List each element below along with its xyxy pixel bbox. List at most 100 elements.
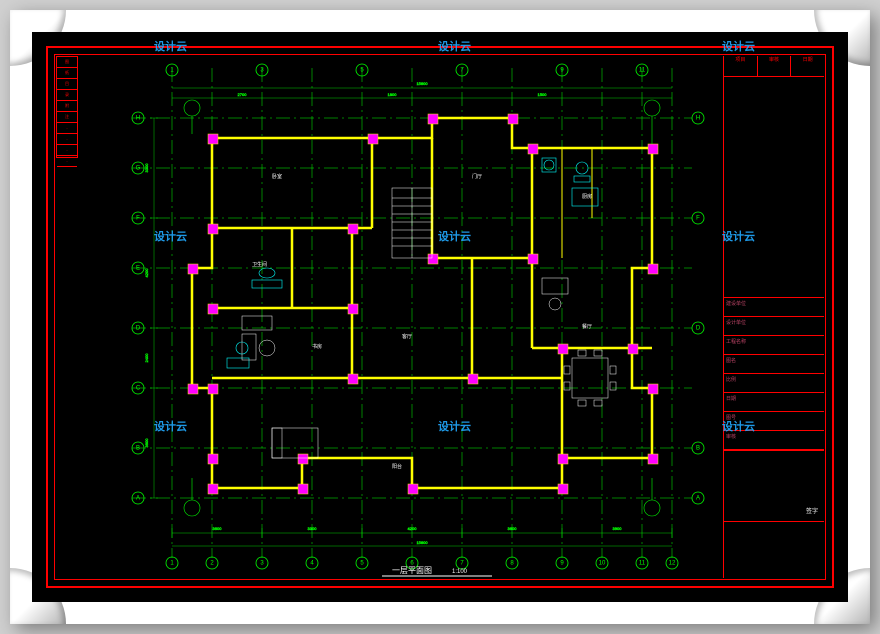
tb-row: 日期 [724,393,824,412]
svg-text:3: 3 [260,561,264,567]
info-cell: 附 [57,101,77,112]
axis-bubbles-top: 1 3 5 7 9 11 [166,64,648,76]
info-cell: - [57,156,77,167]
svg-text:15600: 15600 [416,540,428,545]
svg-text:7: 7 [460,68,464,74]
walls [192,118,652,488]
svg-text:4200: 4200 [408,526,418,531]
svg-text:G: G [136,166,141,172]
plan-scale: 1:100 [452,569,468,575]
svg-text:B: B [696,446,700,452]
tb-head-cell: 项目 [724,56,758,76]
tb-row: 图名 [724,355,824,374]
svg-text:9: 9 [560,68,564,74]
floor-plan-svg: 1 2 3 4 5 6 7 8 9 10 11 12 1 3 5 [92,58,712,578]
watermark: 设计云 [438,38,471,54]
svg-text:5: 5 [360,561,364,567]
svg-text:H: H [136,116,140,122]
svg-text:厨房: 厨房 [582,193,592,200]
tb-row: 建设单位 [724,298,824,317]
svg-text:10: 10 [599,561,606,567]
svg-text:卫生间: 卫生间 [252,261,267,268]
svg-text:A: A [696,496,700,502]
svg-text:D: D [136,326,141,332]
furniture [242,278,616,458]
info-cell: - [57,145,77,156]
title-block: 项目 审核 日期 建设单位 设计单位 工程名称 图名 比例 日期 图号 审核 签… [723,56,824,578]
svg-text:B: B [136,446,140,452]
svg-text:2700: 2700 [238,92,248,97]
svg-text:E: E [136,266,140,272]
signature-label: 签字 [806,506,818,515]
svg-text:3: 3 [260,68,264,74]
svg-text:12: 12 [669,561,676,567]
svg-text:1: 1 [170,561,174,567]
axis-bubbles-left: H G F E D C B A [132,112,144,504]
svg-text:11: 11 [639,68,646,74]
svg-text:3600: 3600 [144,438,149,448]
watermark: 设计云 [154,38,187,54]
svg-text:C: C [136,386,141,392]
title-block-signature: 签字 [724,451,824,522]
title-block-header: 项目 审核 日期 [724,56,824,77]
info-cell: - [57,123,77,134]
info-cell: 目 [57,79,77,90]
svg-text:1: 1 [170,68,174,74]
svg-text:F: F [696,216,700,222]
svg-text:9: 9 [560,561,564,567]
watermark: 设计云 [722,38,755,54]
svg-text:2400: 2400 [144,353,149,363]
svg-text:3900: 3900 [613,526,623,531]
plan-title: 一层平面图 [392,566,432,575]
tb-head-cell: 审核 [758,56,792,76]
cad-canvas: 图 纸 目 录 附 注 - - - - 项目 审核 日期 建设单位 设计单位 工… [32,32,848,602]
axis-bubbles-right: H F D B A [692,112,704,504]
svg-text:书房: 书房 [312,343,322,350]
svg-text:客厅: 客厅 [402,333,412,340]
title-block-body [724,77,824,298]
dimensions-left: 3300 4200 2400 3600 [144,118,158,498]
svg-text:卧室: 卧室 [272,173,282,180]
svg-text:1500: 1500 [538,92,548,97]
svg-text:15600: 15600 [416,81,428,86]
tb-head-cell: 日期 [791,56,824,76]
svg-text:阳台: 阳台 [392,463,402,470]
watermark: 设计云 [722,228,755,244]
info-column: 图 纸 目 录 附 注 - - - - [56,56,78,158]
tb-row: 比例 [724,374,824,393]
svg-text:11: 11 [639,561,646,567]
svg-text:3600: 3600 [508,526,518,531]
svg-text:门厅: 门厅 [472,173,482,180]
svg-text:D: D [696,326,701,332]
axis-grid-vertical [172,68,672,558]
svg-text:3300: 3300 [308,526,318,531]
info-cell: 纸 [57,68,77,79]
tb-row: 设计单位 [724,317,824,336]
svg-text:A: A [136,496,140,502]
svg-text:4200: 4200 [144,268,149,278]
info-cell: 注 [57,112,77,123]
paper-frame: 图 纸 目 录 附 注 - - - - 项目 审核 日期 建设单位 设计单位 工… [10,10,870,624]
watermark: 设计云 [722,418,755,434]
watermark: 设计云 [438,418,471,434]
info-cell: - [57,134,77,145]
svg-text:4: 4 [310,561,314,567]
svg-text:1800: 1800 [388,92,398,97]
dimensions-top: 15600 2700 1800 1500 [172,81,672,98]
dimensions-bottom: 3600 3300 4200 3600 3900 15600 [172,526,672,546]
info-cell: 录 [57,90,77,101]
svg-text:8: 8 [510,561,514,567]
svg-text:2: 2 [210,561,214,567]
svg-text:5: 5 [360,68,364,74]
watermark: 设计云 [154,228,187,244]
watermark: 设计云 [438,228,471,244]
watermark: 设计云 [154,418,187,434]
svg-text:7: 7 [460,561,464,567]
floor-plan: 1 2 3 4 5 6 7 8 9 10 11 12 1 3 5 [92,58,712,578]
svg-text:F: F [136,216,140,222]
svg-text:3300: 3300 [144,163,149,173]
svg-text:H: H [696,116,700,122]
tb-row: 工程名称 [724,336,824,355]
info-cell: 图 [57,57,77,68]
svg-text:餐厅: 餐厅 [582,323,592,330]
